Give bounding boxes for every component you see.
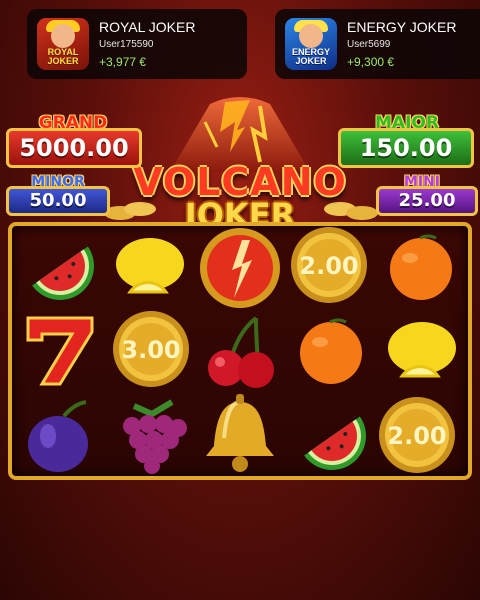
notification-game-title: ENERGY JOKER <box>347 19 457 35</box>
lemon-icon <box>116 238 184 294</box>
orange-icon <box>390 234 452 300</box>
fire-scatter-icon <box>200 228 280 308</box>
win-notification-energy-joker[interactable]: ENERGY JOKER ENERGY JOKER User5699 +9,30… <box>275 9 480 79</box>
lemon-icon <box>388 322 456 378</box>
grapes-icon <box>123 399 187 474</box>
cherries-icon <box>208 316 274 388</box>
win-notification-royal-joker[interactable]: ROYAL JOKER ROYAL JOKER User175590 +3,97… <box>27 9 247 79</box>
jackpot-grand-value: 5000.00 <box>6 128 142 168</box>
jackpot-mini-value: 25.00 <box>376 186 478 216</box>
notification-win-amount: +3,977 € <box>99 55 147 69</box>
coin-icon: 2.00 <box>379 397 455 473</box>
jackpot-major-value: 150.00 <box>338 128 474 168</box>
coin-value-label: 2.00 <box>299 252 358 280</box>
notification-win-amount: +9,300 € <box>347 55 395 69</box>
notification-username: User175590 <box>99 39 154 50</box>
coin-icon: 3.00 <box>113 311 189 387</box>
joker-face-icon <box>299 24 323 48</box>
coin-value-label: 2.00 <box>387 422 446 450</box>
watermelon-icon <box>32 246 94 300</box>
coin-value-label: 3.00 <box>121 336 180 364</box>
plum-icon <box>28 400 88 472</box>
seven-icon <box>26 316 94 386</box>
bell-icon <box>206 394 274 472</box>
watermelon-icon <box>304 416 366 470</box>
jackpot-minor-value: 50.00 <box>6 186 110 216</box>
thumbnail-logo: ROYAL JOKER <box>47 47 79 66</box>
orange-icon <box>300 318 362 384</box>
notification-game-title: ROYAL JOKER <box>99 19 196 35</box>
coin-icon: 2.00 <box>291 227 367 303</box>
royal-joker-thumbnail: ROYAL JOKER <box>37 18 89 70</box>
energy-joker-thumbnail: ENERGY JOKER <box>285 18 337 70</box>
joker-face-icon <box>51 24 75 48</box>
notification-username: User5699 <box>347 39 391 50</box>
thumbnail-logo: ENERGY JOKER <box>291 47 330 66</box>
